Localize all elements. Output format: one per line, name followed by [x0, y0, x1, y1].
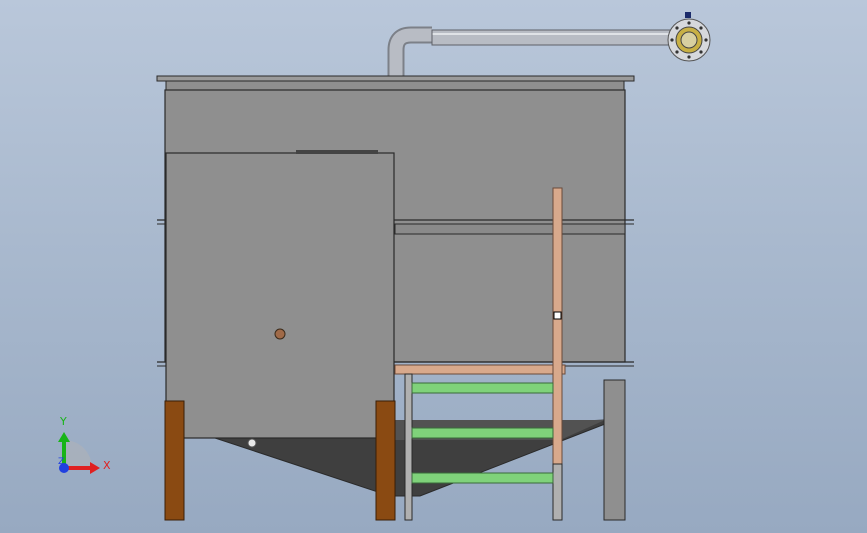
- axis-triad: [58, 432, 100, 474]
- steel-leg: [603, 379, 626, 521]
- tank-lid: [156, 75, 635, 92]
- tank-model-view[interactable]: [0, 0, 867, 533]
- y-axis-label: Y: [60, 415, 67, 428]
- z-axis-label: Z: [58, 457, 65, 467]
- access-panel: [165, 150, 395, 448]
- x-axis-label: X: [103, 459, 111, 472]
- graphics-viewport[interactable]: Y X Z: [0, 0, 867, 533]
- inlet-pipe: [387, 26, 673, 78]
- pipe-flange-icon: [667, 12, 711, 62]
